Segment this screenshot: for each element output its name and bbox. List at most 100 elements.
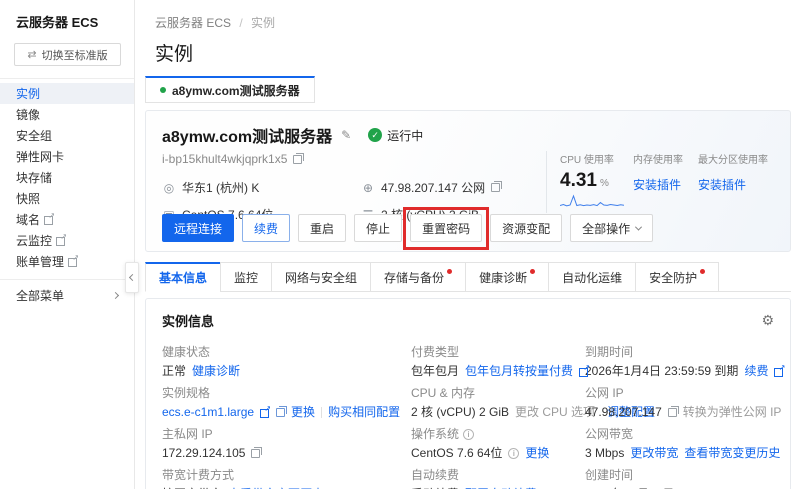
sidebar-item-label: 全部菜单 bbox=[16, 287, 64, 304]
instance-info-panel: 实例信息 ⚙ 健康状态 正常 健康诊断 付费类型 包年包月 包年包月转按量付费 bbox=[145, 298, 791, 489]
tab-basic-info[interactable]: 基本信息 bbox=[145, 262, 221, 292]
field-private-ip: 主私网 IP 172.29.124.105 bbox=[162, 427, 411, 461]
install-plugin-link[interactable]: 安装插件 bbox=[633, 176, 681, 193]
sidebar-item-snapshots[interactable]: 快照 bbox=[0, 188, 134, 209]
external-link-icon bbox=[56, 236, 66, 246]
external-link-icon[interactable] bbox=[260, 408, 270, 418]
tab-network-security[interactable]: 网络与安全组 bbox=[271, 262, 371, 292]
change-bandwidth-link[interactable]: 更改带宽 bbox=[630, 446, 678, 461]
copy-icon[interactable] bbox=[251, 449, 260, 458]
public-ip-value: 47.98.207.147 bbox=[585, 405, 662, 420]
os-value: CentOS 7.6 64位 bbox=[411, 446, 502, 461]
copy-icon[interactable] bbox=[276, 408, 285, 417]
tab-label: 安全防护 bbox=[649, 269, 697, 286]
sidebar-item-billing[interactable]: 账单管理 bbox=[0, 251, 134, 272]
change-cpu-option: 更改 CPU 选项 bbox=[515, 405, 595, 420]
status-text: 运行中 bbox=[387, 127, 423, 144]
convert-to-payg-label: 包年包月转按量付费 bbox=[465, 364, 573, 378]
copy-icon[interactable] bbox=[668, 408, 677, 417]
field-instance-spec: 实例规格 ecs.e-c1m1.large 更换 购买相同配置 bbox=[162, 386, 411, 420]
info-icon: i bbox=[463, 429, 474, 440]
sidebar-item-domains[interactable]: 域名 bbox=[0, 209, 134, 230]
tab-label: 存储与备份 bbox=[384, 269, 444, 286]
sidebar: 云服务器 ECS ⇄ 切换至标准版 实例 镜像 安全组 弹性网卡 块存储 快照 … bbox=[0, 0, 135, 489]
region-cell: ◎ 华东1 (杭州) K bbox=[162, 179, 361, 196]
cpu-sparkline-line bbox=[560, 196, 624, 206]
sidebar-item-label: 云监控 bbox=[16, 232, 52, 249]
change-spec-link[interactable]: 更换 bbox=[291, 405, 315, 420]
sidebar-item-instances[interactable]: 实例 bbox=[0, 83, 134, 104]
reset-password-wrap: 重置密码 bbox=[410, 214, 482, 242]
copy-icon[interactable] bbox=[491, 183, 500, 192]
field-billing-type: 付费类型 包年包月 包年包月转按量付费 bbox=[411, 345, 585, 379]
sidebar-item-block-storage[interactable]: 块存储 bbox=[0, 167, 134, 188]
notification-dot bbox=[447, 269, 452, 274]
location-icon: ◎ bbox=[162, 181, 176, 195]
sidebar-item-all-menu[interactable]: 全部菜单 bbox=[0, 285, 134, 306]
metrics-panel: CPU 使用率 4.31% 内存使用率 安装插件 最大分区使用率 安装插件 bbox=[560, 151, 768, 209]
buy-same-config-link[interactable]: 购买相同配置 bbox=[328, 405, 400, 420]
sidebar-collapse-handle[interactable] bbox=[125, 262, 139, 293]
sidebar-item-enis[interactable]: 弹性网卡 bbox=[0, 146, 134, 167]
sidebar-item-cloud-monitor[interactable]: 云监控 bbox=[0, 230, 134, 251]
restart-button[interactable]: 重启 bbox=[298, 214, 346, 242]
reset-password-button[interactable]: 重置密码 bbox=[410, 214, 482, 242]
divider bbox=[321, 407, 322, 418]
switch-version-button[interactable]: ⇄ 切换至标准版 bbox=[14, 43, 121, 66]
field-label: 到期时间 bbox=[585, 345, 784, 360]
private-ip-value: 172.29.124.105 bbox=[162, 446, 245, 461]
public-ip-cell: ⊕ 47.98.207.147 公网 bbox=[361, 179, 562, 196]
convert-to-payg-link[interactable]: 包年包月转按量付费 bbox=[465, 364, 573, 379]
breadcrumb-separator: / bbox=[239, 16, 242, 30]
field-label: 公网 IP bbox=[585, 386, 784, 401]
tab-label: 监控 bbox=[234, 269, 258, 286]
sidebar-menu: 实例 镜像 安全组 弹性网卡 块存储 快照 域名 云监控 账单管理 bbox=[0, 78, 134, 272]
field-expire-time: 到期时间 2026年1月4日 23:59:59 到期 续费 bbox=[585, 345, 784, 379]
stop-button[interactable]: 停止 bbox=[354, 214, 402, 242]
renew-link[interactable]: 续费 bbox=[744, 364, 768, 379]
field-label: 公网带宽 bbox=[585, 427, 784, 442]
field-label: CPU & 内存 bbox=[411, 386, 585, 401]
health-diagnosis-link[interactable]: 健康诊断 bbox=[192, 364, 240, 379]
tab-storage-backup[interactable]: 存储与备份 bbox=[370, 262, 466, 292]
copy-icon[interactable] bbox=[293, 155, 302, 164]
main-content: 云服务器 ECS / 实例 实例 a8ymw.com测试服务器 a8ymw.co… bbox=[135, 0, 800, 489]
bandwidth-history-link[interactable]: 查看带宽变更历史 bbox=[684, 446, 780, 461]
tab-monitoring[interactable]: 监控 bbox=[220, 262, 272, 292]
external-link-icon bbox=[68, 257, 78, 267]
info-icon: i bbox=[508, 448, 519, 459]
field-auto-renew: 自动续费 手动续费 配置自动续费 bbox=[411, 468, 585, 489]
breadcrumb-root[interactable]: 云服务器 ECS bbox=[155, 16, 231, 30]
install-plugin-link[interactable]: 安装插件 bbox=[698, 176, 746, 193]
field-label: 实例规格 bbox=[162, 386, 411, 401]
field-label: 带宽计费方式 bbox=[162, 468, 411, 483]
edit-icon[interactable]: ✎ bbox=[341, 128, 351, 142]
resource-change-button[interactable]: 资源变配 bbox=[490, 214, 562, 242]
page-title: 实例 bbox=[155, 39, 800, 66]
disk-usage-metric: 最大分区使用率 安装插件 bbox=[698, 151, 768, 209]
notification-dot bbox=[530, 269, 535, 274]
tab-health-diagnosis[interactable]: 健康诊断 bbox=[465, 262, 549, 292]
remote-connect-button[interactable]: 远程连接 bbox=[162, 214, 234, 242]
instance-spec-link[interactable]: ecs.e-c1m1.large bbox=[162, 405, 254, 420]
tab-security-protection[interactable]: 安全防护 bbox=[635, 262, 719, 292]
cpu-memory-value: 2 核 (vCPU) 2 GiB bbox=[411, 405, 509, 420]
field-operating-system: 操作系统 i CentOS 7.6 64位 i 更换 bbox=[411, 427, 585, 461]
instance-info-header: 实例信息 ⚙ bbox=[162, 311, 774, 330]
all-operations-label: 全部操作 bbox=[582, 220, 630, 237]
switch-arrows-icon: ⇄ bbox=[27, 48, 36, 61]
field-bandwidth-billing: 带宽计费方式 按固定带宽 查看带宽变更历史 bbox=[162, 468, 411, 489]
tab-ops-automation[interactable]: 自动化运维 bbox=[548, 262, 636, 292]
all-operations-button[interactable]: 全部操作 bbox=[570, 214, 653, 242]
expire-value: 2026年1月4日 23:59:59 到期 bbox=[585, 364, 738, 379]
sidebar-item-security-groups[interactable]: 安全组 bbox=[0, 125, 134, 146]
sidebar-item-label: 域名 bbox=[16, 211, 40, 228]
change-os-link[interactable]: 更换 bbox=[525, 446, 549, 461]
gear-icon[interactable]: ⚙ bbox=[761, 312, 774, 329]
sidebar-item-label: 安全组 bbox=[16, 127, 52, 144]
renew-button[interactable]: 续费 bbox=[242, 214, 290, 242]
instance-tab[interactable]: a8ymw.com测试服务器 bbox=[145, 76, 315, 103]
card-title-row: a8ymw.com测试服务器 ✎ ✓ 运行中 bbox=[162, 123, 774, 147]
sidebar-item-images[interactable]: 镜像 bbox=[0, 104, 134, 125]
tab-label: 健康诊断 bbox=[479, 269, 527, 286]
